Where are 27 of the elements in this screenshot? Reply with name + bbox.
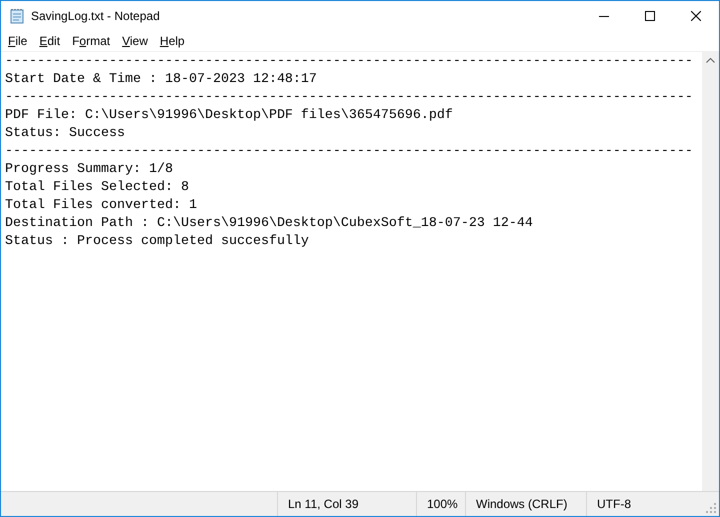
menu-item[interactable]: Help [154, 31, 191, 51]
status-cell: Windows (CRLF) [465, 492, 586, 516]
menu-item[interactable]: View [116, 31, 154, 51]
status-cell: Ln 11, Col 39 [277, 492, 416, 516]
text-line: Destination Path : C:\Users\91996\Desktop\CubexSoft_18-07-23 12-44 [5, 215, 534, 233]
text-line: Start Date & Time : 18-07-2023 12:48:17 [5, 71, 318, 89]
text-line: -------------------------------------------------------------------------------------- [5, 143, 694, 161]
vertical-scrollbar[interactable] [702, 52, 719, 491]
window-title: SavingLog.txt - Notepad [31, 9, 161, 23]
text-line: -------------------------------------------------------------------------------------- [5, 89, 694, 107]
scroll-up-icon[interactable] [706, 58, 715, 63]
status-cell: UTF-8 [586, 492, 706, 516]
text-line: Total Files converted: 1 [5, 197, 198, 215]
text-line: -------------------------------------------------------------------------------------- [5, 53, 694, 71]
menu-item[interactable]: Format [66, 31, 116, 51]
status-cell: 100% [416, 492, 465, 516]
text-line: Total Files Selected: 8 [5, 179, 190, 197]
maximize-icon [645, 11, 655, 21]
notepad-icon [9, 8, 25, 24]
menu-item[interactable]: Edit [33, 31, 66, 51]
text-line: Status: Success [5, 125, 126, 143]
text-line: Progress Summary: 1/8 [5, 161, 174, 179]
size-grip-icon[interactable] [706, 503, 716, 513]
close-icon [691, 11, 701, 21]
text-line: PDF File: C:\Users\91996\Desktop\PDF files\365475696.pdf [5, 107, 454, 125]
menu-item[interactable]: File [2, 31, 34, 51]
text-line: Status : Process completed succesfully [5, 233, 310, 251]
